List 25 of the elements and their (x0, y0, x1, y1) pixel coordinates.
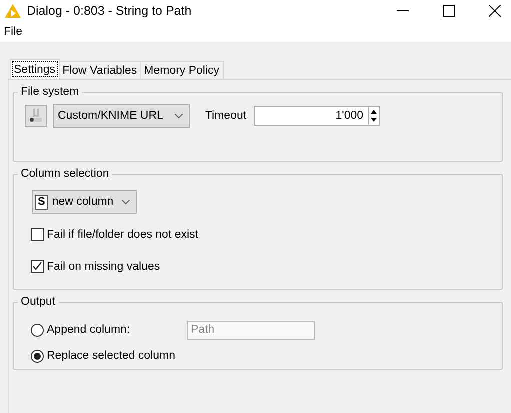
file-system-dropdown[interactable]: Custom/KNIME URL (53, 104, 190, 128)
close-icon[interactable] (489, 5, 501, 17)
checkbox-option[interactable]: Fail on missing values (31, 260, 160, 273)
maximize-icon[interactable] (443, 5, 455, 17)
spin-up-icon[interactable] (368, 108, 379, 116)
group-title: Output (20, 296, 57, 308)
menu-item[interactable]: File (4, 26, 23, 38)
checkbox-option[interactable]: Fail if file/folder does not exist (31, 228, 198, 241)
checkmark-icon (32, 261, 43, 272)
timeout-label: Timeout (205, 110, 247, 122)
timeout-spinner[interactable]: 1'000 (254, 106, 380, 126)
column-dropdown[interactable]: S new column (32, 190, 137, 214)
radio-option[interactable]: Append column: (31, 324, 179, 336)
group-title: File system (20, 86, 80, 98)
spin-down-icon[interactable] (368, 116, 379, 124)
tab[interactable]: Memory Policy (140, 61, 224, 79)
app-logo-icon (5, 4, 21, 18)
flow-variable-button[interactable] (25, 105, 47, 127)
radio-option[interactable]: Replace selected column (31, 350, 179, 362)
window-title: Dialog - 0:803 - String to Path (27, 4, 192, 18)
caret-icon (122, 200, 130, 204)
tab[interactable]: Settings (10, 59, 60, 79)
group-title: Column selection (20, 168, 110, 180)
variable-icon (29, 108, 43, 124)
caret-icon (175, 114, 184, 118)
